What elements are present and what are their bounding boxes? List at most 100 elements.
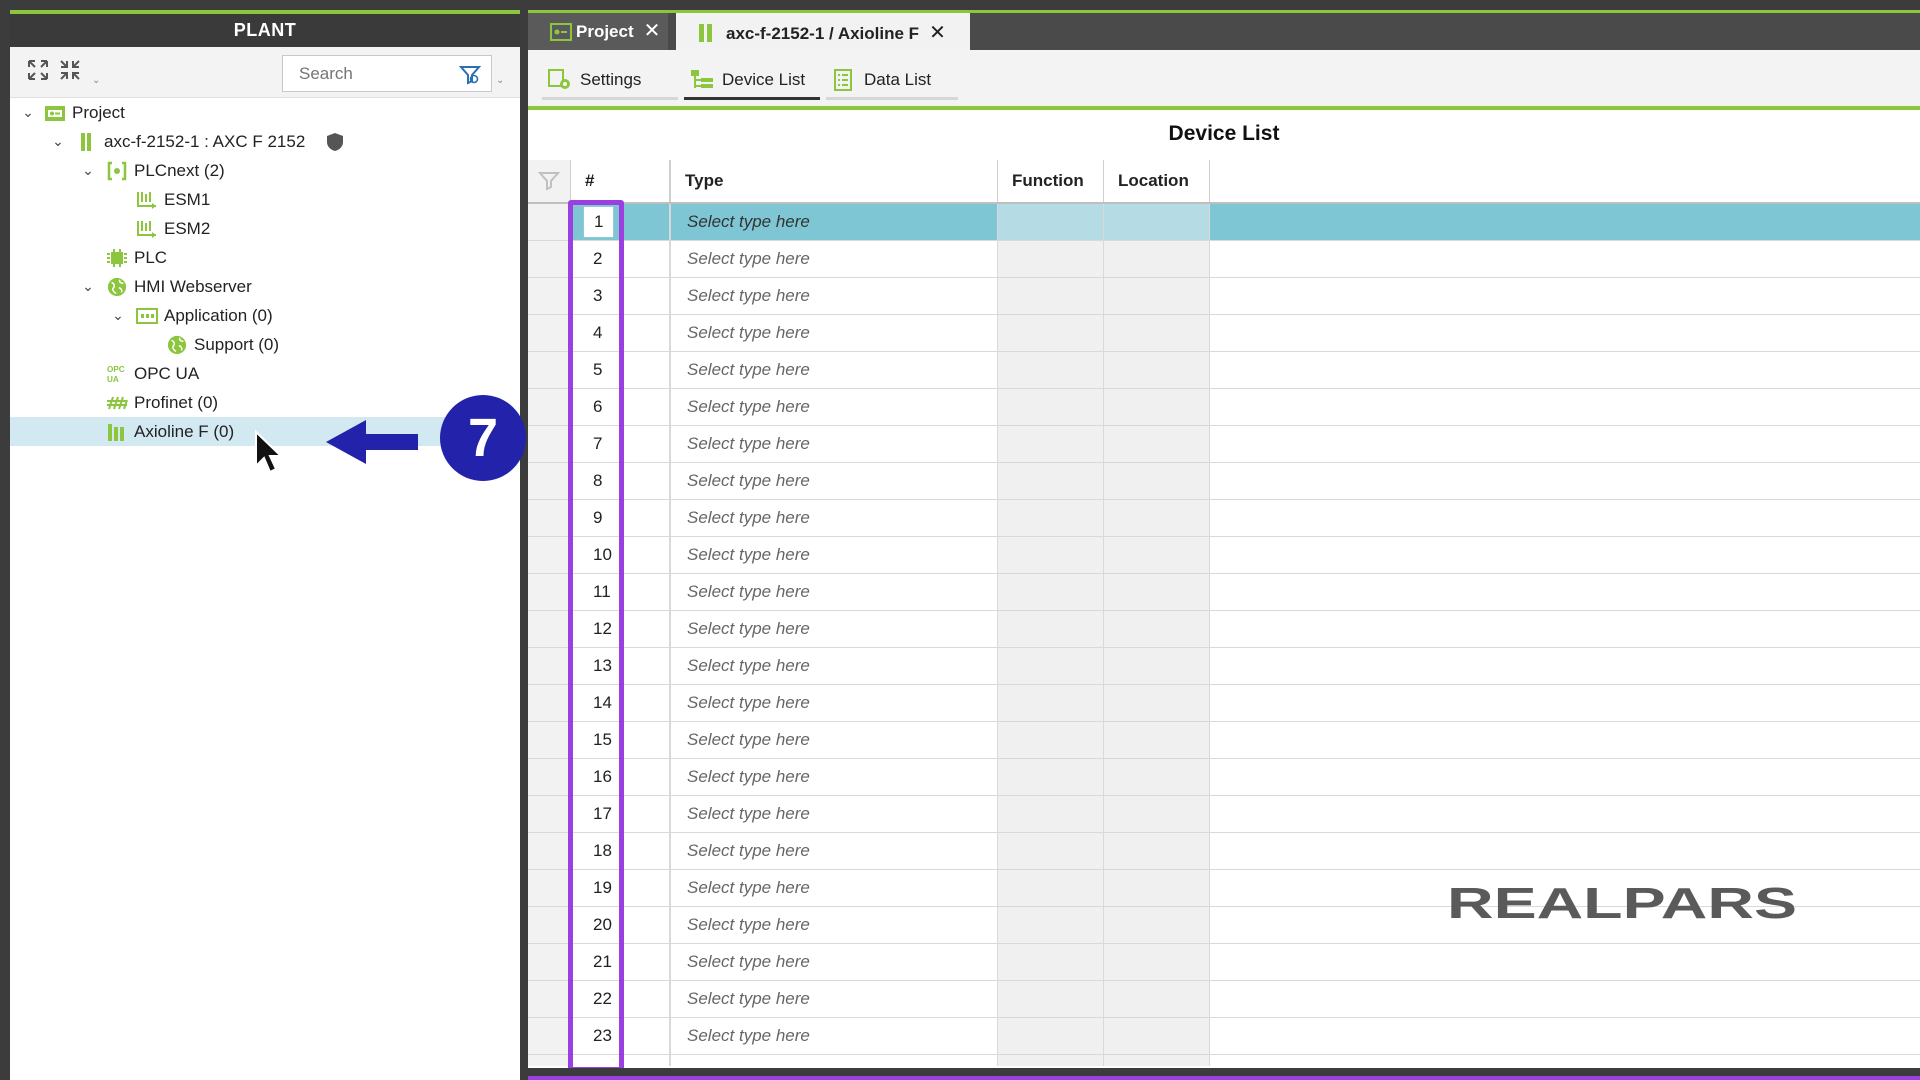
location-cell[interactable] bbox=[1104, 1018, 1210, 1054]
type-select-cell[interactable]: Select type here bbox=[670, 981, 998, 1017]
tree-item-plcnext[interactable]: ⌄ PLCnext (2) bbox=[10, 156, 520, 185]
row-selector-cell[interactable] bbox=[528, 1018, 571, 1054]
row-selector-cell[interactable] bbox=[528, 204, 571, 240]
row-number-cell[interactable]: 12 bbox=[571, 611, 670, 647]
type-select-cell[interactable]: Select type here bbox=[670, 759, 998, 795]
row-selector-cell[interactable] bbox=[528, 315, 571, 351]
row-number-cell[interactable]: 11 bbox=[571, 574, 670, 610]
table-row[interactable]: 15 Select type here bbox=[528, 722, 1920, 759]
function-cell[interactable] bbox=[998, 241, 1104, 277]
table-row[interactable]: 8 Select type here bbox=[528, 463, 1920, 500]
location-cell[interactable] bbox=[1104, 611, 1210, 647]
column-header-location[interactable]: Location bbox=[1104, 160, 1210, 202]
location-cell[interactable] bbox=[1104, 870, 1210, 906]
chevron-down-icon[interactable]: ⌄ bbox=[110, 301, 126, 330]
type-select-cell[interactable]: Select type here bbox=[670, 1018, 998, 1054]
table-row[interactable]: 13 Select type here bbox=[528, 648, 1920, 685]
function-cell[interactable] bbox=[998, 907, 1104, 943]
location-cell[interactable] bbox=[1104, 907, 1210, 943]
type-select-cell[interactable]: Select type here bbox=[670, 500, 998, 536]
function-cell[interactable] bbox=[998, 352, 1104, 388]
location-cell[interactable] bbox=[1104, 537, 1210, 573]
row-selector-cell[interactable] bbox=[528, 574, 571, 610]
table-row[interactable]: 11 Select type here bbox=[528, 574, 1920, 611]
row-selector-cell[interactable] bbox=[528, 500, 571, 536]
table-row[interactable]: 16 Select type here bbox=[528, 759, 1920, 796]
row-selector-cell[interactable] bbox=[528, 537, 571, 573]
chevron-down-icon[interactable]: ⌄ bbox=[80, 156, 96, 185]
location-cell[interactable] bbox=[1104, 1055, 1210, 1066]
row-number-cell[interactable]: 5 bbox=[571, 352, 670, 388]
location-cell[interactable] bbox=[1104, 685, 1210, 721]
table-row[interactable]: 5 Select type here bbox=[528, 352, 1920, 389]
location-cell[interactable] bbox=[1104, 426, 1210, 462]
tree-item-application[interactable]: ⌄ Application (0) bbox=[10, 301, 520, 330]
function-cell[interactable] bbox=[998, 463, 1104, 499]
function-cell[interactable] bbox=[998, 722, 1104, 758]
search-field[interactable] bbox=[282, 55, 492, 92]
type-select-cell[interactable]: Select type here bbox=[670, 278, 998, 314]
expand-all-icon[interactable] bbox=[24, 58, 52, 86]
table-row[interactable]: 17 Select type here bbox=[528, 796, 1920, 833]
row-number-cell[interactable]: 10 bbox=[571, 537, 670, 573]
tree-item-profinet[interactable]: Profinet (0) bbox=[10, 388, 520, 417]
row-number-cell[interactable]: 8 bbox=[571, 463, 670, 499]
type-select-cell[interactable]: Select type here bbox=[670, 722, 998, 758]
location-cell[interactable] bbox=[1104, 574, 1210, 610]
collapse-all-icon[interactable] bbox=[56, 58, 84, 86]
row-number-cell[interactable]: 19 bbox=[571, 870, 670, 906]
location-cell[interactable] bbox=[1104, 981, 1210, 1017]
toolbar-dropdown-icon[interactable]: ⌄ bbox=[92, 75, 100, 86]
type-select-cell[interactable]: Select type here bbox=[670, 796, 998, 832]
row-number-cell[interactable]: 18 bbox=[571, 833, 670, 869]
type-select-cell[interactable]: Select type here bbox=[670, 944, 998, 980]
chevron-down-icon[interactable]: ⌄ bbox=[50, 127, 66, 156]
table-row[interactable]: 23 Select type here bbox=[528, 1018, 1920, 1055]
table-row[interactable]: 22 Select type here bbox=[528, 981, 1920, 1018]
function-cell[interactable] bbox=[998, 759, 1104, 795]
tab-device-list[interactable]: Device List bbox=[684, 62, 820, 100]
close-icon[interactable]: ✕ bbox=[644, 13, 661, 50]
location-cell[interactable] bbox=[1104, 722, 1210, 758]
function-cell[interactable] bbox=[998, 278, 1104, 314]
row-number-cell[interactable]: 3 bbox=[571, 278, 670, 314]
row-selector-cell[interactable] bbox=[528, 611, 571, 647]
type-select-cell[interactable]: Select type here bbox=[670, 1055, 998, 1066]
table-row[interactable]: 12 Select type here bbox=[528, 611, 1920, 648]
row-number-cell[interactable]: 20 bbox=[571, 907, 670, 943]
row-number-cell[interactable]: 2 bbox=[571, 241, 670, 277]
tab-project[interactable]: Project ✕ bbox=[528, 13, 668, 50]
function-cell[interactable] bbox=[998, 1055, 1104, 1066]
type-select-cell[interactable]: Select type here bbox=[670, 204, 998, 240]
row-selector-cell[interactable] bbox=[528, 907, 571, 943]
tree-item-controller[interactable]: ⌄ axc-f-2152-1 : AXC F 2152 bbox=[10, 127, 520, 156]
location-cell[interactable] bbox=[1104, 352, 1210, 388]
column-header-number[interactable]: # bbox=[571, 160, 670, 202]
row-selector-cell[interactable] bbox=[528, 1055, 571, 1066]
table-row[interactable]: 3 Select type here bbox=[528, 278, 1920, 315]
table-row[interactable]: 10 Select type here bbox=[528, 537, 1920, 574]
row-selector-cell[interactable] bbox=[528, 463, 571, 499]
type-select-cell[interactable]: Select type here bbox=[670, 907, 998, 943]
table-row[interactable]: 6 Select type here bbox=[528, 389, 1920, 426]
function-cell[interactable] bbox=[998, 389, 1104, 425]
function-cell[interactable] bbox=[998, 315, 1104, 351]
location-cell[interactable] bbox=[1104, 389, 1210, 425]
function-cell[interactable] bbox=[998, 833, 1104, 869]
location-cell[interactable] bbox=[1104, 241, 1210, 277]
row-number-cell[interactable]: 13 bbox=[571, 648, 670, 684]
location-cell[interactable] bbox=[1104, 463, 1210, 499]
tab-axioline-f[interactable]: axc-f-2152-1 / Axioline F ✕ bbox=[676, 10, 970, 50]
table-row[interactable]: 7 Select type here bbox=[528, 426, 1920, 463]
row-number-cell[interactable] bbox=[571, 1055, 670, 1066]
row-selector-cell[interactable] bbox=[528, 722, 571, 758]
column-header-function[interactable]: Function bbox=[998, 160, 1104, 202]
table-row[interactable]: 1 Select type here bbox=[528, 204, 1920, 241]
row-selector-cell[interactable] bbox=[528, 981, 571, 1017]
location-cell[interactable] bbox=[1104, 944, 1210, 980]
table-row[interactable]: 21 Select type here bbox=[528, 944, 1920, 981]
row-selector-cell[interactable] bbox=[528, 944, 571, 980]
row-selector-cell[interactable] bbox=[528, 796, 571, 832]
table-row[interactable]: 14 Select type here bbox=[528, 685, 1920, 722]
row-number-cell[interactable]: 7 bbox=[571, 426, 670, 462]
